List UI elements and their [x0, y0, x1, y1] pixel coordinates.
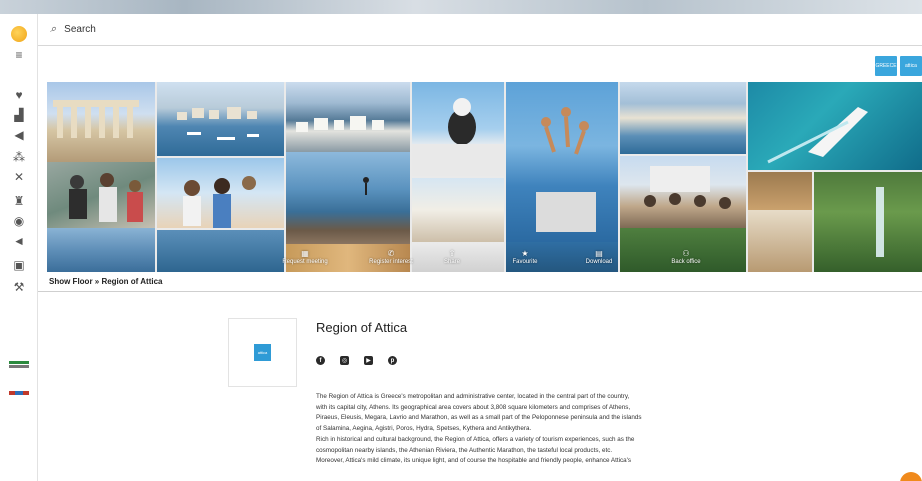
breadcrumb[interactable]: Show Floor » Region of Attica	[38, 272, 922, 292]
greece-logo-label: GREECE	[875, 63, 897, 69]
description-line: Moreover, Attica's mild climate, its uni…	[316, 457, 631, 465]
coast-photo	[47, 228, 155, 272]
handshake-icon[interactable]: ⁂	[10, 148, 28, 166]
sponsor-badge-green[interactable]	[9, 356, 29, 368]
sponsor-badge-red[interactable]	[9, 384, 29, 395]
photo-collage-banner	[47, 82, 922, 272]
share-icon: ⇪	[448, 249, 456, 258]
chat-fab-button[interactable]	[900, 472, 922, 481]
sidebar: ≡ ♥ ▟ ◀ ⁂ ✕ ♜ ◉ ◄ ▣ ⚒	[0, 14, 38, 481]
harbor-photo	[157, 82, 284, 156]
description-line: cosmopolitan nearby islands, the Athenia…	[316, 446, 613, 454]
tourists-photo	[47, 162, 155, 228]
description-line: Rich in historical and cultural backgrou…	[316, 435, 635, 443]
location-pin-icon[interactable]: ◉	[10, 212, 28, 230]
heart-icon[interactable]: ♥	[10, 86, 28, 104]
instagram-icon[interactable]: ◎	[340, 356, 349, 365]
app-logo[interactable]	[11, 26, 27, 42]
yoga-cliff-photo	[286, 152, 410, 244]
company-logo-text: attica	[257, 350, 268, 355]
calendar-icon: ▦	[301, 249, 309, 258]
jumping-friends-photo	[506, 82, 618, 242]
thumbs-up-icon[interactable]: ▟	[10, 106, 28, 124]
attica-logo-button[interactable]: attica	[900, 56, 922, 76]
action-back-office-button[interactable]: ⚇ Back office	[660, 244, 712, 270]
cat-on-wall-photo	[412, 82, 504, 176]
waterfall-photo	[814, 172, 922, 272]
building-icon[interactable]: ▣	[10, 256, 28, 274]
attica-logo-label: attica	[905, 63, 917, 69]
action-label: Favourite	[512, 259, 538, 265]
action-label: Share	[443, 259, 460, 265]
acropolis-photo	[47, 82, 155, 162]
action-share-button[interactable]: ⇪ Share	[437, 244, 467, 270]
search-bar: ⌕	[38, 14, 922, 46]
action-label: Register interest	[369, 259, 413, 265]
wrench-icon[interactable]: ⚒	[10, 278, 28, 296]
selfie-friends-photo	[157, 158, 284, 228]
description-line: Piraeus, Eleusis, Megara, Lavrio and Mar…	[316, 414, 642, 422]
boat-aerial-photo	[748, 82, 922, 170]
download-icon: ▤	[595, 249, 603, 258]
description-line: of Salamina, Aegina, Agistri, Poros, Hyd…	[316, 425, 532, 433]
action-label: Back office	[671, 259, 701, 265]
dinner-table-photo	[748, 172, 812, 210]
action-request-meeting-button[interactable]: ▦ Request meeting	[275, 244, 335, 270]
wine-glass-photo	[748, 210, 812, 272]
hydra-harbor-photo	[620, 82, 746, 154]
beach-bar-photo	[412, 178, 504, 242]
pinterest-icon[interactable]: p	[388, 356, 397, 365]
island-village-photo	[286, 82, 410, 152]
greece-logo-button[interactable]: GREECE	[875, 56, 897, 76]
facebook-icon[interactable]: f	[316, 356, 325, 365]
description-line: The Region of Attica is Greece's metropo…	[316, 393, 630, 400]
megaphone-icon[interactable]: ◄	[10, 232, 28, 250]
sea-photo	[157, 230, 284, 272]
phone-icon: ✆	[387, 249, 395, 258]
users-icon: ⚇	[682, 249, 690, 258]
trophy-icon[interactable]: ♜	[10, 192, 28, 210]
action-label: Download	[585, 259, 613, 265]
company-title: Region of Attica	[316, 320, 408, 335]
action-register-interest-button[interactable]: ✆ Register interest	[355, 244, 427, 270]
breadcrumb-text: Show Floor » Region of Attica	[49, 277, 163, 286]
company-logo: attica	[228, 318, 297, 387]
group-photo	[620, 156, 746, 228]
youtube-icon[interactable]: ▶	[364, 356, 373, 365]
top-banner-strip	[0, 0, 922, 14]
company-description: The Region of Attica is Greece's metropo…	[316, 392, 746, 467]
action-download-button[interactable]: ▤ Download	[580, 244, 618, 270]
social-links: f ◎ ▶ p	[316, 356, 397, 365]
description-line: with its capital city, Athens. Its geogr…	[316, 403, 631, 411]
action-label: Request meeting	[282, 259, 328, 265]
company-logo-mark: attica	[254, 344, 271, 361]
search-input[interactable]	[64, 24, 365, 35]
action-favourite-button[interactable]: ★ Favourite	[505, 244, 545, 270]
menu-icon[interactable]: ≡	[10, 46, 28, 64]
tag-icon[interactable]: ◀	[10, 126, 28, 144]
tools-icon[interactable]: ✕	[10, 168, 28, 186]
search-icon: ⌕	[50, 23, 57, 35]
star-icon: ★	[521, 249, 529, 258]
